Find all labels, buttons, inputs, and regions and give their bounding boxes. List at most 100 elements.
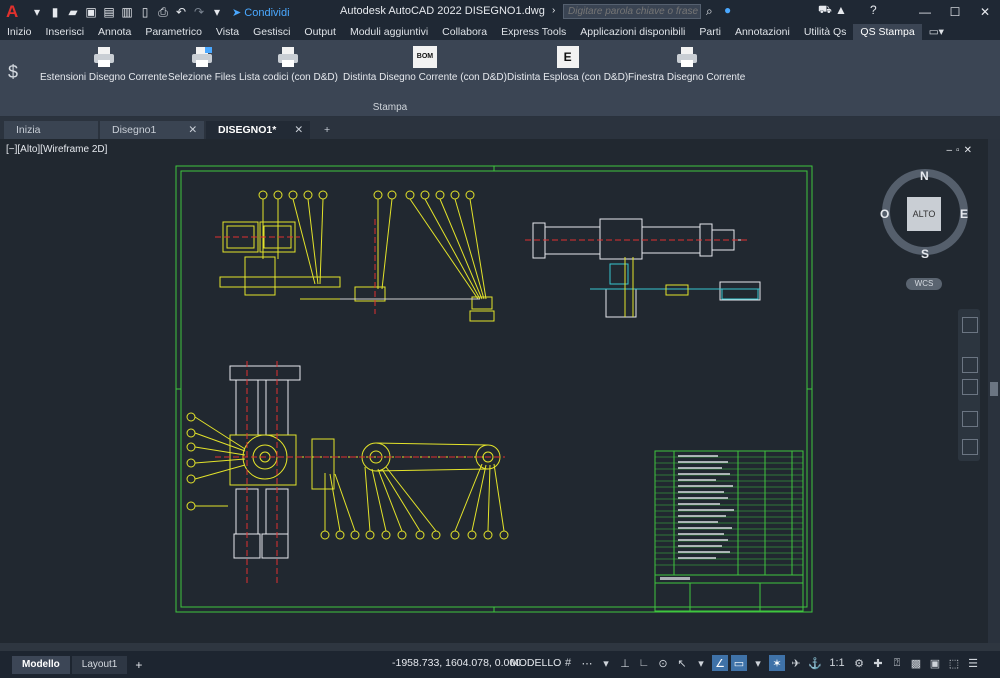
- hardware-acceleration-icon[interactable]: ▩: [908, 655, 924, 671]
- zoom-icon[interactable]: [962, 379, 978, 395]
- drawing-viewport[interactable]: [−][Alto][Wireframe 2D] –▫✕ ALTO N S E O…: [0, 139, 1000, 643]
- scale-label[interactable]: 1:1: [826, 655, 848, 671]
- save-as-icon[interactable]: ▤: [100, 3, 118, 21]
- showmotion-icon[interactable]: [962, 439, 978, 455]
- share-button[interactable]: ➤ Condividi: [232, 6, 290, 19]
- steering-wheel-icon[interactable]: [962, 317, 978, 333]
- doc-tab-inizia[interactable]: Inizia: [4, 121, 98, 139]
- selezione-files-button[interactable]: Selezione Files: [168, 44, 236, 83]
- web-icon[interactable]: ▥: [118, 3, 136, 21]
- tab-inserisci[interactable]: Inserisci: [39, 24, 92, 40]
- doc-tab-disegno1[interactable]: Disegno1 ✕: [100, 121, 204, 139]
- top-left-assembly: [219, 190, 495, 322]
- tab-output[interactable]: Output: [297, 24, 343, 40]
- ucs-menu[interactable]: WCS: [906, 278, 942, 290]
- ribbon-tabs: Inizio Inserisci Annota Parametrico Vist…: [0, 24, 1000, 40]
- search-expand-icon[interactable]: ›: [552, 5, 555, 16]
- viewcube-west[interactable]: O: [880, 207, 889, 221]
- panel-title: Stampa: [372, 102, 408, 113]
- tab-parti[interactable]: Parti: [692, 24, 728, 40]
- isodraft-icon[interactable]: ⊙: [655, 655, 671, 671]
- new-tab-button[interactable]: +: [312, 121, 342, 139]
- object-track-icon[interactable]: ↖: [674, 655, 690, 671]
- clean-screen-icon[interactable]: ⬚: [946, 655, 962, 671]
- autoscale-icon[interactable]: ✈: [788, 655, 804, 671]
- units-icon[interactable]: ⍰: [889, 655, 905, 671]
- top-right-assembly: [532, 218, 761, 318]
- pan-icon[interactable]: [962, 357, 978, 373]
- tab-annota[interactable]: Annota: [91, 24, 138, 40]
- viewcube-north[interactable]: N: [920, 169, 929, 183]
- grid-icon[interactable]: #: [560, 655, 576, 671]
- tab-qs-stampa[interactable]: QS Stampa: [853, 24, 922, 40]
- isolate-objects-icon[interactable]: ▣: [927, 655, 943, 671]
- tab-collabora[interactable]: Collabora: [435, 24, 494, 40]
- customize-icon[interactable]: ☰: [965, 655, 981, 671]
- open-file-icon[interactable]: ▰: [64, 3, 82, 21]
- dropdown-icon[interactable]: ▾: [750, 655, 766, 671]
- distinta-disegno-button[interactable]: BOM Distinta Disegno Corrente (con D&D): [343, 44, 507, 83]
- printer-files-icon: [191, 46, 213, 68]
- doc-tab-disegno1-active[interactable]: DISEGNO1* ✕: [206, 121, 310, 139]
- vertical-scroll-thumb[interactable]: [990, 382, 998, 396]
- viewcube-south[interactable]: S: [921, 247, 929, 261]
- annotation-visibility-icon[interactable]: ✶: [769, 655, 785, 671]
- tab-inizio[interactable]: Inizio: [0, 24, 39, 40]
- tab-gestisci[interactable]: Gestisci: [246, 24, 297, 40]
- annotation-scale-icon[interactable]: ⚓: [807, 655, 823, 671]
- tab-annotazioni[interactable]: Annotazioni: [728, 24, 797, 40]
- ortho-icon[interactable]: ⊥: [617, 655, 633, 671]
- maximize-icon[interactable]: ☐: [940, 0, 970, 24]
- close-icon[interactable]: ✕: [188, 121, 197, 139]
- plus-icon[interactable]: ✚: [870, 655, 886, 671]
- plus-icon[interactable]: +: [135, 658, 142, 672]
- model-space-toggle[interactable]: MODELLO: [510, 657, 561, 669]
- viewcube-east[interactable]: E: [960, 207, 968, 221]
- doc-tab-label: Inizia: [16, 124, 41, 136]
- close-icon[interactable]: ✕: [970, 0, 1000, 24]
- estensioni-disegno-button[interactable]: Estensioni Disegno Corrente: [40, 44, 167, 83]
- ribbon-options-icon[interactable]: ▭▾: [922, 24, 951, 40]
- search-input[interactable]: [563, 4, 701, 19]
- finestra-disegno-button[interactable]: Finestra Disegno Corrente: [628, 44, 745, 83]
- user-icon[interactable]: ●: [724, 3, 731, 17]
- tab-moduli-aggiuntivi[interactable]: Moduli aggiuntivi: [343, 24, 435, 40]
- dropdown-icon[interactable]: ▾: [28, 3, 46, 21]
- print-icon[interactable]: ⎙: [154, 3, 172, 21]
- minimize-icon[interactable]: —: [910, 0, 940, 24]
- undo-icon[interactable]: ↶: [172, 3, 190, 21]
- redo-icon[interactable]: ↷: [190, 3, 208, 21]
- orbit-icon[interactable]: [962, 411, 978, 427]
- dropdown-icon[interactable]: ▾: [693, 655, 709, 671]
- horizontal-scrollbar[interactable]: [0, 643, 1000, 651]
- dropdown-icon[interactable]: ▾: [598, 655, 614, 671]
- coordinates-readout[interactable]: -1958.733, 1604.078, 0.000: [392, 657, 521, 669]
- polar-icon[interactable]: ∟: [636, 655, 652, 671]
- new-file-icon[interactable]: ▮: [46, 3, 64, 21]
- gear-icon[interactable]: ⚙: [851, 655, 867, 671]
- autodesk-a360-icon[interactable]: ▲: [835, 3, 847, 17]
- cart-icon[interactable]: ⛟: [818, 4, 832, 18]
- tab-vista[interactable]: Vista: [209, 24, 246, 40]
- lista-codici-button[interactable]: Lista codici (con D&D): [239, 44, 338, 83]
- viewcube-face-top[interactable]: ALTO: [907, 197, 941, 231]
- snap-icon[interactable]: ⋯: [579, 655, 595, 671]
- quick-access-dropdown-icon[interactable]: ▾: [208, 3, 226, 21]
- search-icon[interactable]: ⌕: [706, 4, 713, 19]
- tab-layout1[interactable]: Layout1: [71, 655, 128, 674]
- app-menu-button[interactable]: A: [6, 2, 28, 22]
- distinta-esplosa-button[interactable]: E Distinta Esplosa (con D&D): [507, 44, 628, 83]
- doc-tab-label: Disegno1: [112, 124, 157, 136]
- tab-parametrico[interactable]: Parametrico: [138, 24, 209, 40]
- tab-express-tools[interactable]: Express Tools: [494, 24, 573, 40]
- tab-modello[interactable]: Modello: [12, 655, 70, 674]
- lineweight-icon[interactable]: ▭: [731, 655, 747, 671]
- tab-utilita-qs[interactable]: Utilità Qs: [797, 24, 854, 40]
- help-icon[interactable]: ?: [870, 3, 877, 17]
- window-controls: — ☐ ✕: [910, 0, 1000, 24]
- osnap-icon[interactable]: ∠: [712, 655, 728, 671]
- close-icon[interactable]: ✕: [294, 121, 303, 139]
- tab-applicazioni[interactable]: Applicazioni disponibili: [573, 24, 692, 40]
- mobile-icon[interactable]: ▯: [136, 3, 154, 21]
- save-icon[interactable]: ▣: [82, 3, 100, 21]
